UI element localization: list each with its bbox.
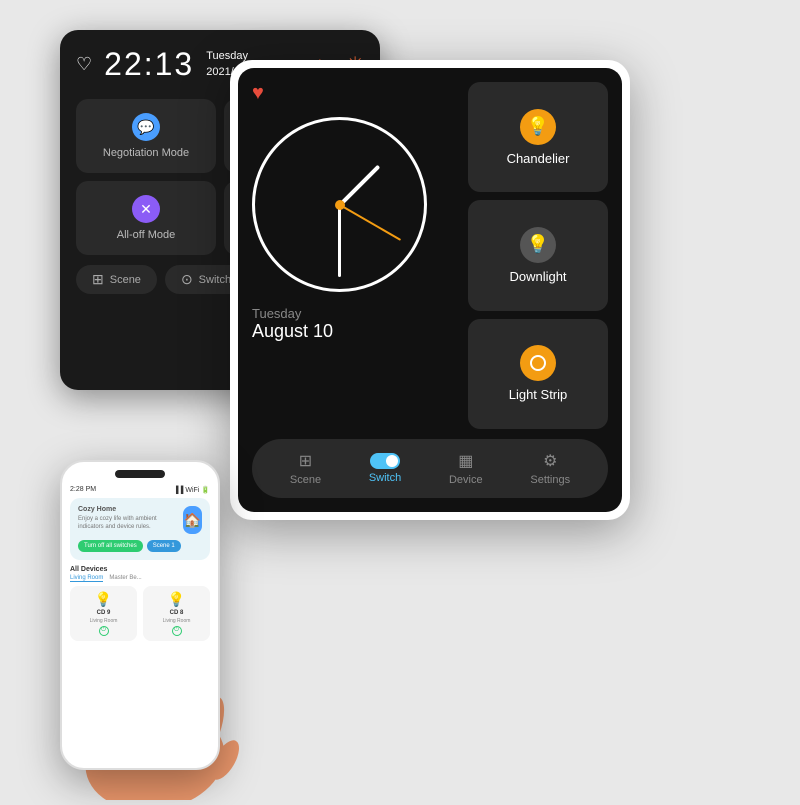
negotiation-label: Negotiation Mode: [103, 147, 189, 159]
second-hand: [339, 204, 401, 241]
device-nav-label: Device: [449, 474, 483, 486]
settings-nav-item[interactable]: ⚙ Settings: [520, 447, 580, 490]
downlight-label: Downlight: [509, 269, 566, 284]
phone-notch: [115, 470, 165, 478]
phone-header-desc: Enjoy a cozy life with ambient indicator…: [78, 516, 183, 532]
cd9-lamp-icon: 💡: [95, 591, 112, 608]
all-off-label: All-off Mode: [117, 229, 176, 241]
cd8-power-btn[interactable]: ⏻: [172, 626, 182, 636]
front-tablet: ♥ Tuesday August 10 💡 Chandelier: [230, 60, 630, 520]
back-switch-label: Switch: [199, 274, 231, 286]
hour-hand: [338, 164, 380, 206]
switch-toggle-icon: ⊙: [181, 271, 193, 288]
chat-icon: 💬: [132, 113, 160, 141]
phone-status-bar: 2:28 PM ▐▐ WiFi 🔋: [70, 486, 210, 494]
scene-nav-icon: ⊞: [299, 451, 312, 471]
chandelier-icon: 💡: [520, 109, 556, 145]
switch-nav-item[interactable]: Switch: [359, 449, 411, 488]
device-cd9[interactable]: 💡 CD 9 Living Room ⏻: [70, 586, 137, 641]
living-room-tab[interactable]: Living Room: [70, 575, 103, 582]
scene-nav-item[interactable]: ⊞ Scene: [280, 447, 331, 490]
device-cd8[interactable]: 💡 CD 8 Living Room ⏻: [143, 586, 210, 641]
phone-signal-icons: ▐▐ WiFi 🔋: [173, 486, 210, 494]
chandelier-btn[interactable]: 💡 Chandelier: [468, 82, 608, 192]
phone-devices-list: 💡 CD 9 Living Room ⏻ 💡 CD 8 Living Room …: [70, 586, 210, 641]
cd9-room: Living Room: [90, 618, 118, 624]
front-tablet-inner: ♥ Tuesday August 10 💡 Chandelier: [238, 68, 622, 512]
device-nav-icon: ▦: [458, 451, 473, 471]
cd8-lamp-icon: 💡: [168, 591, 185, 608]
downlight-btn[interactable]: 💡 Downlight: [468, 200, 608, 310]
x-icon: ✕: [132, 195, 160, 223]
front-heart-icon: ♥: [252, 82, 456, 105]
device-nav-item[interactable]: ▦ Device: [439, 447, 493, 490]
front-main-area: ♥ Tuesday August 10 💡 Chandelier: [252, 82, 608, 429]
phone: 2:28 PM ▐▐ WiFi 🔋 Cozy Home Enjoy a cozy…: [60, 460, 220, 770]
master-bedroom-tab[interactable]: Master Be...: [109, 575, 141, 582]
back-time: 22:13: [104, 46, 194, 83]
clock-date-full: August 10: [252, 321, 456, 342]
all-devices-title: All Devices: [70, 566, 210, 573]
clock-face: [252, 117, 427, 292]
device-panel: 💡 Chandelier 💡 Downlight Light Strip: [468, 82, 608, 429]
minute-hand: [338, 205, 341, 277]
clock-center-dot: [335, 200, 345, 210]
phone-home-title: Cozy Home: [78, 506, 183, 513]
cd8-room: Living Room: [163, 618, 191, 624]
bottom-navigation: ⊞ Scene Switch ▦ Device ⚙ Settings: [252, 439, 608, 498]
cd9-name: CD 9: [97, 610, 111, 616]
switch-nav-label: Switch: [369, 472, 401, 484]
back-scene-label: Scene: [110, 274, 141, 286]
light-strip-btn[interactable]: Light Strip: [468, 319, 608, 429]
home-illustration-icon: 🏠: [183, 506, 202, 534]
scene-grid-icon: ⊞: [92, 271, 104, 288]
phone-header-card: Cozy Home Enjoy a cozy life with ambient…: [70, 498, 210, 560]
clock-date: Tuesday August 10: [252, 306, 456, 342]
phone-action-buttons: Turn off all switches Scene 1: [78, 540, 202, 552]
phone-time: 2:28 PM: [70, 486, 96, 494]
chandelier-label: Chandelier: [507, 151, 570, 166]
heart-icon: ♡: [76, 54, 92, 75]
phone-room-tabs: Living Room Master Be...: [70, 575, 210, 582]
scene-nav-label: Scene: [290, 474, 321, 486]
cd8-name: CD 8: [170, 610, 184, 616]
settings-nav-label: Settings: [530, 474, 570, 486]
downlight-icon: 💡: [520, 227, 556, 263]
scene-1-btn[interactable]: Scene 1: [147, 540, 181, 552]
clock-section: ♥ Tuesday August 10: [252, 82, 456, 429]
turn-off-all-btn[interactable]: Turn off all switches: [78, 540, 143, 552]
all-off-mode-btn[interactable]: ✕ All-off Mode: [76, 181, 216, 255]
light-strip-label: Light Strip: [509, 387, 568, 402]
phone-screen: 2:28 PM ▐▐ WiFi 🔋 Cozy Home Enjoy a cozy…: [62, 482, 218, 645]
clock-day: Tuesday: [252, 306, 456, 321]
light-strip-icon: [520, 345, 556, 381]
switch-toggle-nav-icon: [370, 453, 400, 469]
settings-gear-icon: ⚙: [543, 451, 557, 471]
negotiation-mode-btn[interactable]: 💬 Negotiation Mode: [76, 99, 216, 173]
cd9-power-btn[interactable]: ⏻: [99, 626, 109, 636]
back-scene-tab[interactable]: ⊞ Scene: [76, 265, 157, 294]
